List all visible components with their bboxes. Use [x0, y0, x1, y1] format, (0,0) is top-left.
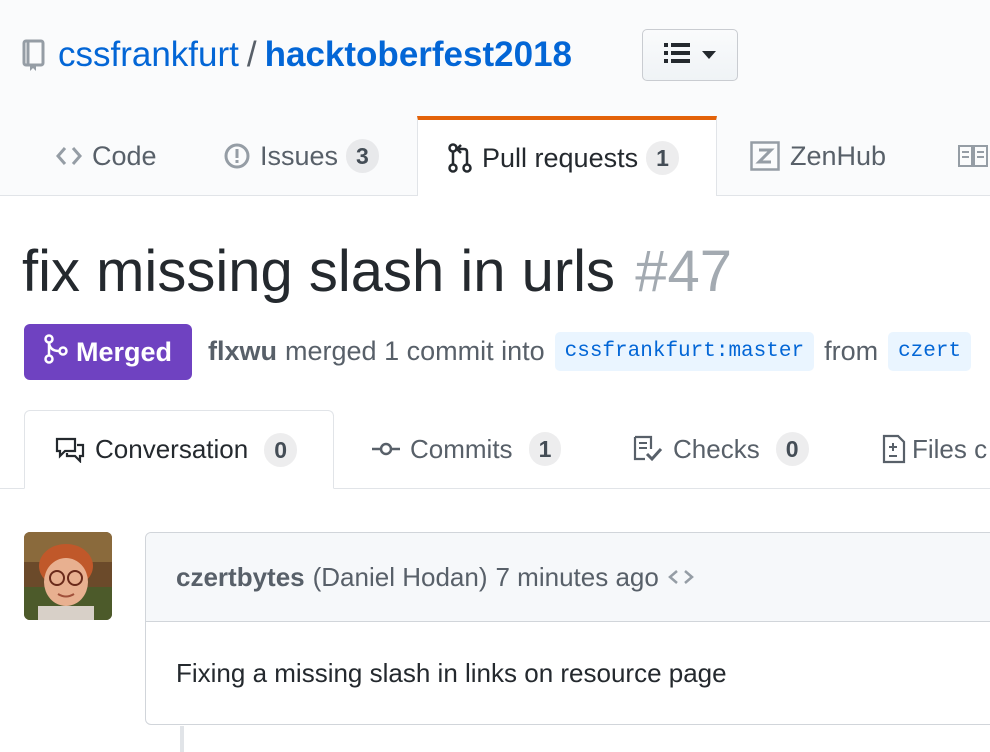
- comment-header: czertbytes (Daniel Hodan) 7 minutes ago: [146, 533, 990, 622]
- checklist-icon: [633, 435, 663, 463]
- conversation-counter: 0: [264, 432, 297, 467]
- tab-checks-label: Checks: [673, 433, 760, 464]
- list-icon: [664, 42, 690, 69]
- comment-author-link[interactable]: czertbytes: [176, 562, 305, 593]
- repo-title: cssfrankfurt / hacktoberfest2018: [22, 30, 572, 80]
- git-merge-icon: [44, 333, 68, 371]
- tab-files-changed[interactable]: Files c: [882, 410, 987, 488]
- repo-separator: /: [246, 35, 257, 74]
- repo-nav: Code Issues 3 Pull requests 1 ZenHub: [0, 116, 990, 196]
- author-link[interactable]: flxwu: [208, 336, 277, 367]
- zenhub-icon: [750, 141, 780, 171]
- git-pull-request-icon: [448, 143, 472, 173]
- triangle-down-icon: [702, 46, 716, 64]
- comment-author-name: (Daniel Hodan): [312, 561, 488, 592]
- tab-code-label: Code: [92, 140, 157, 171]
- tab-pull-requests-label: Pull requests: [482, 142, 639, 173]
- tab-files-label: Files c: [912, 433, 988, 464]
- comment: czertbytes (Daniel Hodan) 7 minutes ago …: [145, 532, 990, 725]
- unfold-icon[interactable]: [667, 567, 695, 587]
- tab-checks[interactable]: Checks 0: [633, 410, 809, 488]
- repo-name-link[interactable]: hacktoberfest2018: [265, 35, 572, 75]
- checks-counter: 0: [775, 432, 809, 466]
- repo-menu-button[interactable]: [642, 29, 738, 81]
- book-icon: [958, 145, 988, 167]
- tab-issues[interactable]: Issues 3: [224, 116, 379, 196]
- pr-title-text: fix missing slash in urls: [22, 239, 616, 304]
- base-branch[interactable]: cssfrankfurt:master: [554, 332, 815, 371]
- tab-conversation-label: Conversation: [95, 434, 249, 464]
- page-title: fix missing slash in urls #47: [22, 238, 732, 305]
- comment-discussion-icon: [55, 437, 85, 463]
- tab-pull-requests[interactable]: Pull requests 1: [417, 116, 717, 196]
- tab-zenhub[interactable]: ZenHub: [750, 116, 886, 196]
- timeline-line: [180, 726, 184, 752]
- avatar[interactable]: [24, 532, 112, 620]
- comment-timestamp-link[interactable]: 7 minutes ago: [496, 562, 659, 593]
- status-badge: Merged: [24, 324, 192, 380]
- pr-number: #47: [635, 239, 732, 304]
- git-commit-icon: [372, 441, 400, 457]
- head-branch[interactable]: czert: [888, 332, 972, 371]
- status-label: Merged: [75, 336, 173, 367]
- tab-zenhub-label: ZenHub: [790, 140, 887, 171]
- tab-wiki[interactable]: [958, 116, 990, 196]
- pr-meta: flxwu merged 1 commit into cssfrankfurt:…: [208, 332, 981, 371]
- issue-opened-icon: [224, 143, 250, 169]
- tab-code[interactable]: Code: [56, 116, 157, 196]
- tab-conversation[interactable]: Conversation 0: [24, 410, 334, 489]
- repo-icon: [22, 38, 46, 72]
- commits-counter: 1: [528, 432, 562, 466]
- repo-owner-link[interactable]: cssfrankfurt: [58, 35, 239, 75]
- issues-counter: 3: [346, 139, 379, 173]
- tab-commits-label: Commits: [410, 433, 513, 464]
- tab-commits[interactable]: Commits 1: [372, 410, 562, 488]
- merge-summary: merged 1 commit into: [285, 336, 545, 366]
- code-icon: [56, 146, 82, 166]
- from-text: from: [824, 336, 879, 366]
- diff-icon: [882, 434, 906, 464]
- pr-tabs: Conversation 0 Commits 1 Checks 0 Files …: [0, 410, 990, 489]
- comment-body: Fixing a missing slash in links on resou…: [176, 658, 727, 688]
- tab-issues-label: Issues: [260, 140, 339, 171]
- pull-requests-counter: 1: [646, 141, 679, 175]
